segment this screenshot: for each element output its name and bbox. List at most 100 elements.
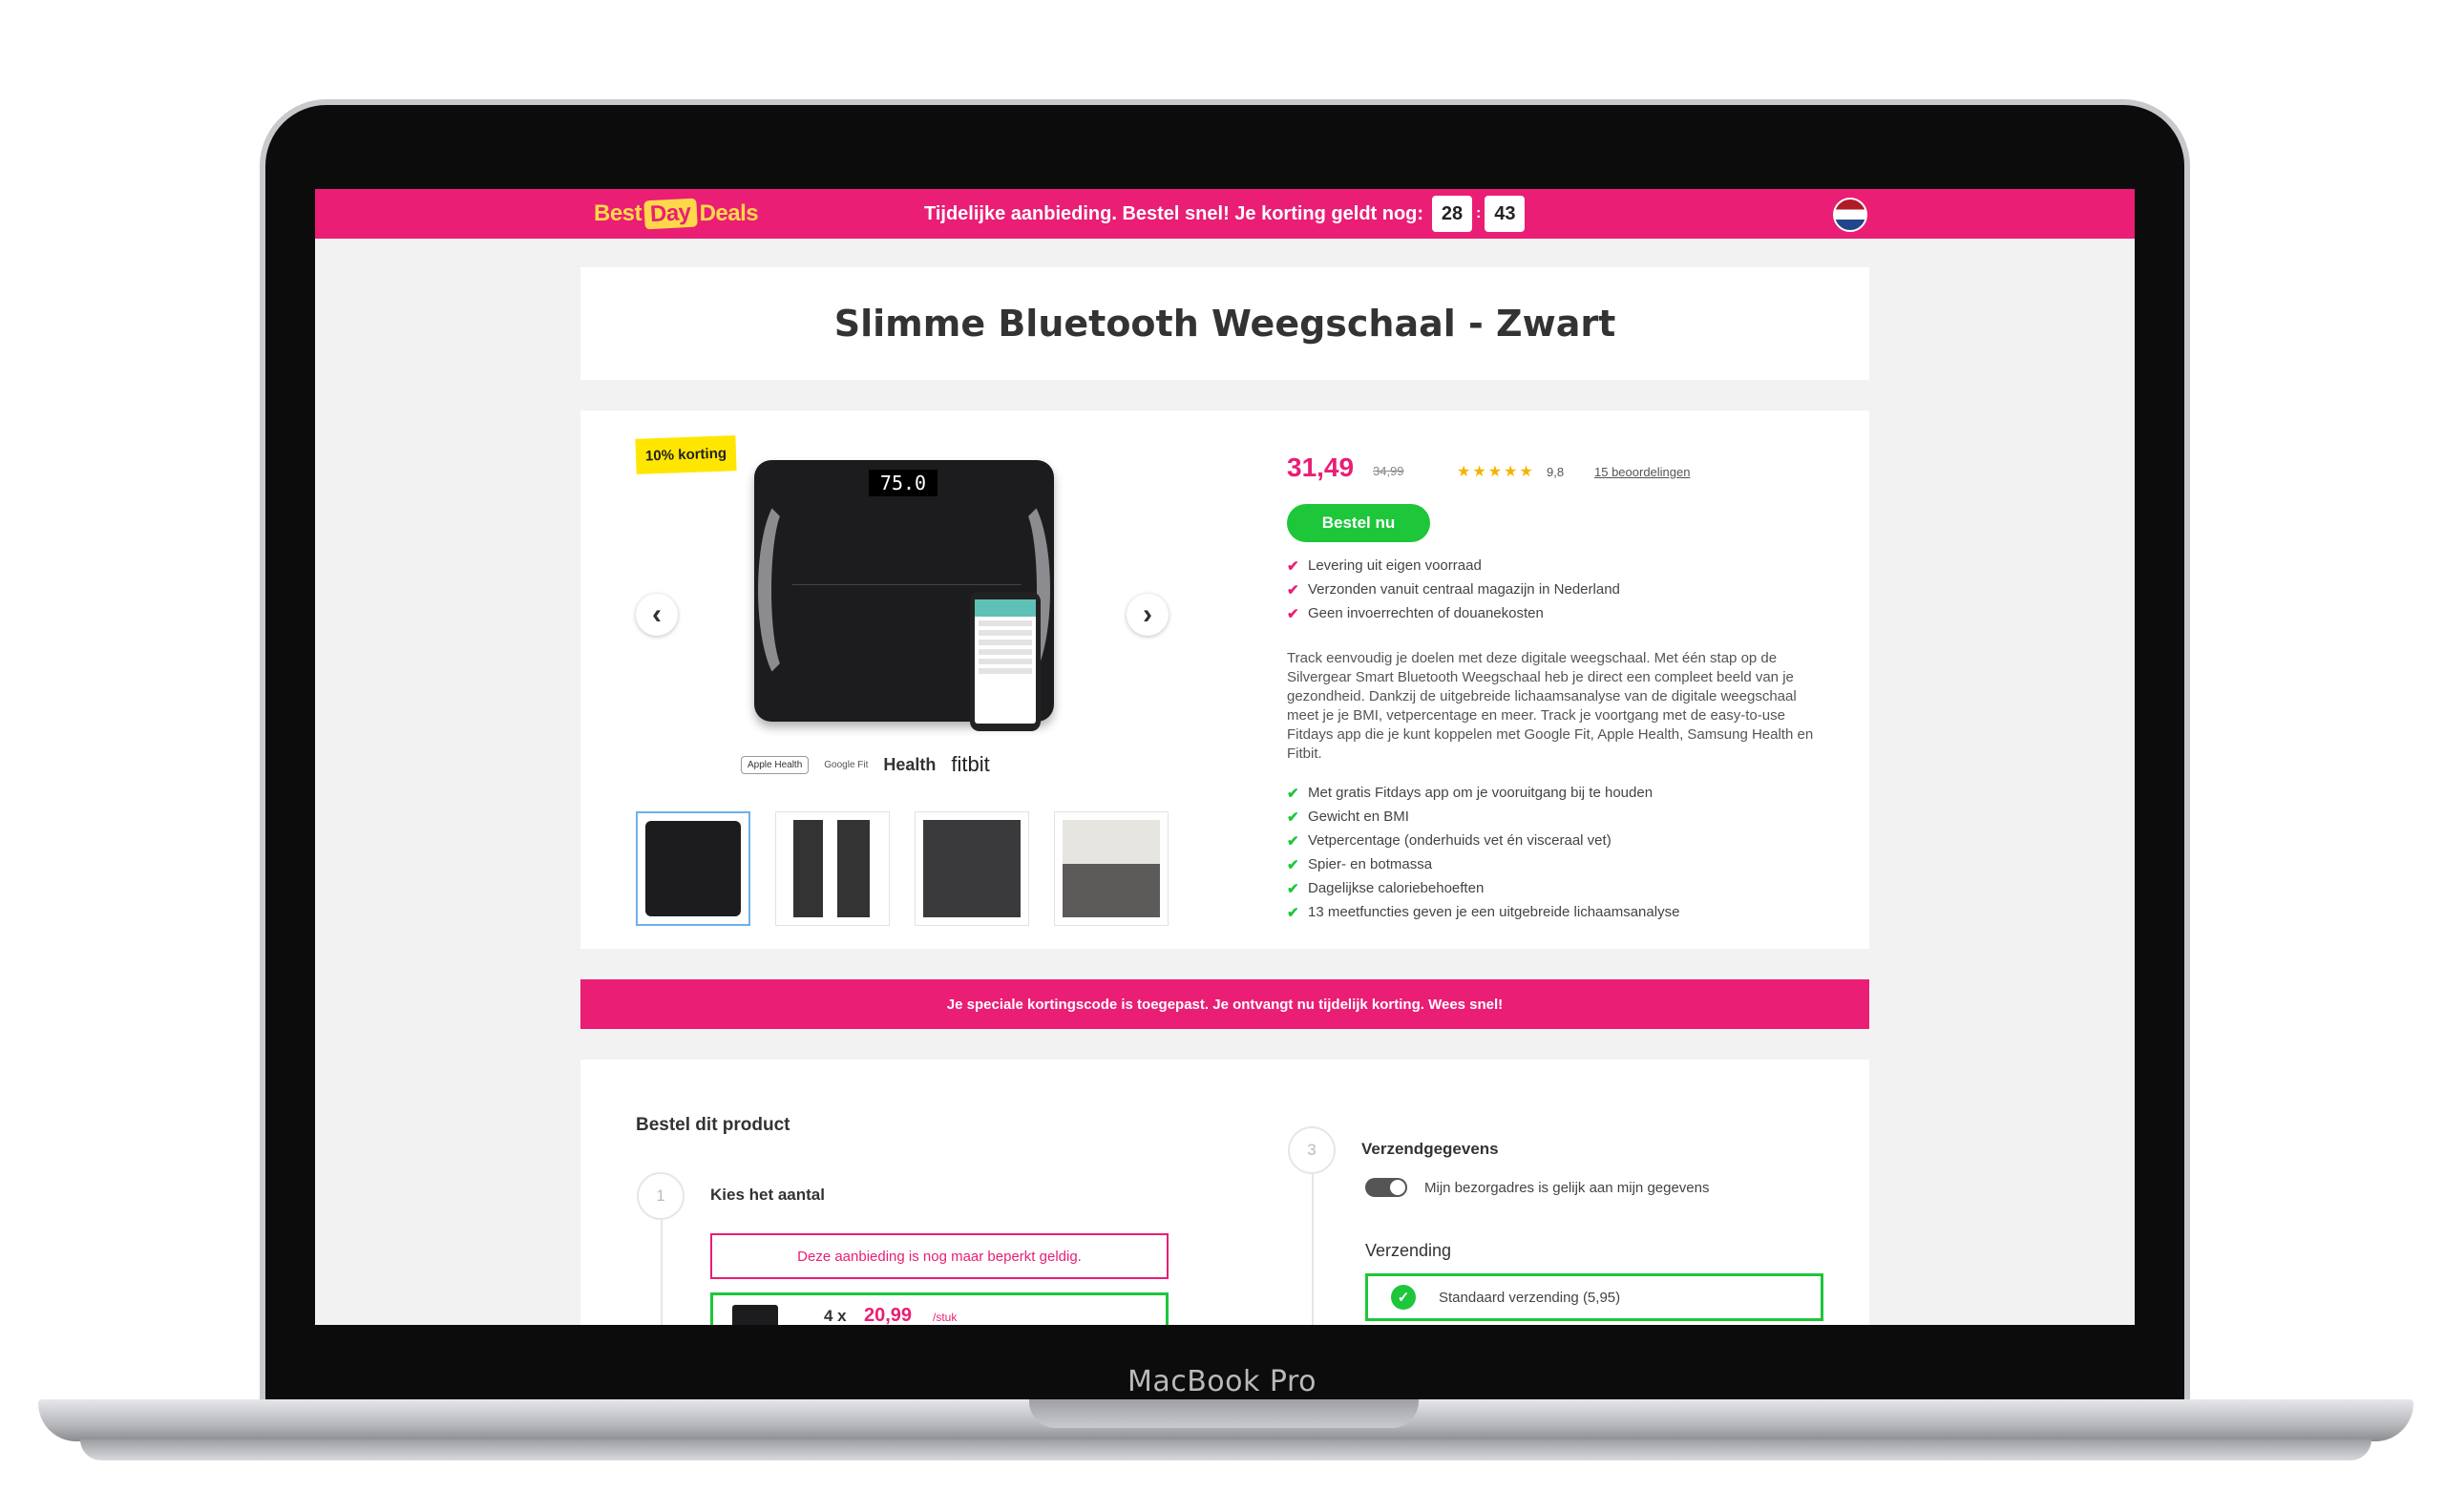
site-logo[interactable]: Best Day Deals [594, 198, 759, 230]
phone-row [979, 630, 1032, 636]
usp-text: Levering uit eigen voorraad [1308, 557, 1482, 574]
check-icon: ✔ [1287, 904, 1299, 921]
quantity-option-qty: 4 x [824, 1307, 847, 1325]
check-icon: ✔ [1287, 832, 1299, 850]
rating-score: 9,8 [1547, 465, 1565, 479]
usp-list: ✔ Levering uit eigen voorraad ✔ Verzonden … [1287, 554, 1620, 625]
netherlands-flag-icon[interactable] [1833, 198, 1867, 232]
top-bar: Best Day Deals Tijdelijke aanbieding. Be… [315, 189, 2135, 239]
gallery-prev-button[interactable]: ‹ [636, 594, 678, 636]
thumbnail-strip [636, 811, 1169, 926]
thumbnail-image [923, 820, 1021, 917]
check-icon: ✔ [1287, 581, 1299, 598]
feature-text: Spier- en botmassa [1308, 856, 1433, 872]
old-price: 34,99 [1373, 464, 1404, 478]
order-heading: Bestel dit product [636, 1115, 790, 1135]
scale-electrode-left [758, 494, 815, 685]
thumbnail-2[interactable] [775, 811, 890, 926]
phone-screen [975, 599, 1036, 724]
product-title: Slimme Bluetooth Weegschaal - Zwart [833, 303, 1616, 345]
chevron-right-icon: › [1143, 598, 1152, 630]
reviews-link[interactable]: 15 beoordelingen [1594, 465, 1690, 479]
feature-text: Dagelijkse caloriebehoeften [1308, 880, 1485, 896]
limited-offer-notice: Deze aanbieding is nog maar beperkt geld… [710, 1233, 1169, 1279]
feature-text: 13 meetfuncties geven je een uitgebreide… [1308, 904, 1680, 920]
step-1-number: 1 [637, 1172, 685, 1220]
quantity-option-unit: /stuk [933, 1311, 958, 1324]
step-1-label: Kies het aantal [710, 1186, 825, 1204]
timer-seconds: 43 [1485, 196, 1526, 232]
thumbnail-1[interactable] [636, 811, 750, 926]
thumbnail-4[interactable] [1054, 811, 1169, 926]
list-item: ✔ Dagelijkse caloriebehoeften [1287, 876, 1679, 900]
shipping-title: Verzending [1365, 1241, 1452, 1260]
thumbnail-3[interactable] [915, 811, 1029, 926]
checkmark-icon: ✓ [1391, 1285, 1416, 1310]
same-address-toggle[interactable] [1365, 1178, 1407, 1197]
timer-separator: : [1476, 205, 1482, 221]
phone-header [975, 599, 1036, 617]
feature-text: Vetpercentage (onderhuids vet én viscera… [1308, 832, 1612, 849]
gallery-next-button[interactable]: › [1127, 594, 1169, 636]
apple-health-logo: Apple Health [741, 755, 810, 774]
current-price: 31,49 [1287, 452, 1355, 482]
check-icon: ✔ [1287, 605, 1299, 622]
check-icon: ✔ [1287, 557, 1299, 575]
step-3-label: Verzendgegevens [1361, 1140, 1499, 1158]
phone-row [979, 640, 1032, 645]
same-address-label: Mijn bezorgadres is gelijk aan mijn gege… [1424, 1180, 1710, 1196]
timer-minutes: 28 [1432, 196, 1472, 232]
laptop-notch [1029, 1399, 1419, 1428]
countdown-timer: 28 : 43 [1432, 196, 1526, 232]
check-icon: ✔ [1287, 785, 1299, 802]
title-card: Slimme Bluetooth Weegschaal - Zwart [580, 267, 1869, 380]
list-item: ✔ Vetpercentage (onderhuids vet én viscer… [1287, 829, 1679, 852]
shipping-option-standard[interactable]: ✓ Standaard verzending (5,95) [1365, 1273, 1823, 1321]
list-item: ✔ Met gratis Fitdays app om je vooruitgan… [1287, 781, 1679, 805]
quantity-option[interactable]: 4 x 20,99 /stuk [710, 1292, 1169, 1325]
phone-app-image [970, 592, 1041, 731]
thumbnail-image [645, 821, 741, 916]
fitbit-logo: fitbit [951, 752, 990, 776]
step-3-number: 3 [1288, 1126, 1336, 1174]
logo-part-3: Deals [699, 200, 759, 226]
quantity-option-price: 20,99 [864, 1305, 913, 1325]
list-item: ✔ 13 meetfuncties geven je een uitgebreid… [1287, 900, 1679, 924]
feature-list: ✔ Met gratis Fitdays app om je vooruitgan… [1287, 781, 1679, 924]
partner-logos: Apple Health Google Fit Health fitbit [741, 752, 990, 777]
phone-row [979, 620, 1032, 626]
order-now-button[interactable]: Bestel nu [1287, 504, 1430, 542]
logo-part-2: Day [643, 198, 698, 230]
check-icon: ✔ [1287, 856, 1299, 873]
list-item: ✔ Spier- en botmassa [1287, 852, 1679, 876]
list-item: ✔ Levering uit eigen voorraad [1287, 554, 1620, 578]
feature-text: Gewicht en BMI [1308, 808, 1409, 825]
check-icon: ✔ [1287, 808, 1299, 826]
rating-stars-icon: ★★★★★ [1457, 464, 1535, 480]
list-item: ✔ Gewicht en BMI [1287, 805, 1679, 829]
discount-badge: 10% korting [635, 435, 737, 474]
check-icon: ✔ [1287, 880, 1299, 897]
list-item: ✔ Geen invoerrechten of douanekosten [1287, 601, 1620, 625]
feature-text: Met gratis Fitdays app om je vooruitgang… [1308, 785, 1654, 801]
step-connector [661, 1218, 663, 1325]
usp-text: Geen invoerrechten of douanekosten [1308, 605, 1544, 621]
phone-row [979, 668, 1032, 674]
samsung-health-logo: Health [883, 754, 937, 774]
scale-divider [792, 584, 1022, 585]
thumbnail-image [1063, 820, 1160, 917]
discount-notice: Je speciale kortingscode is toegepast. J… [580, 979, 1869, 1029]
screen: Best Day Deals Tijdelijke aanbieding. Be… [315, 189, 2135, 1325]
promo-text: Tijdelijke aanbieding. Bestel snel! Je k… [924, 203, 1424, 224]
device-label: MacBook Pro [1127, 1365, 1317, 1398]
phone-row [979, 659, 1032, 664]
chevron-left-icon: ‹ [652, 598, 662, 630]
phone-row [979, 649, 1032, 655]
list-item: ✔ Verzonden vanuit centraal magazijn in N… [1287, 578, 1620, 601]
step-connector [1312, 1174, 1314, 1325]
quantity-option-image [732, 1305, 778, 1325]
shipping-option-label: Standaard verzending (5,95) [1439, 1289, 1621, 1306]
laptop-base-bottom [80, 1439, 2371, 1460]
google-fit-logo: Google Fit [824, 759, 869, 770]
scale-display: 75.0 [869, 470, 938, 496]
